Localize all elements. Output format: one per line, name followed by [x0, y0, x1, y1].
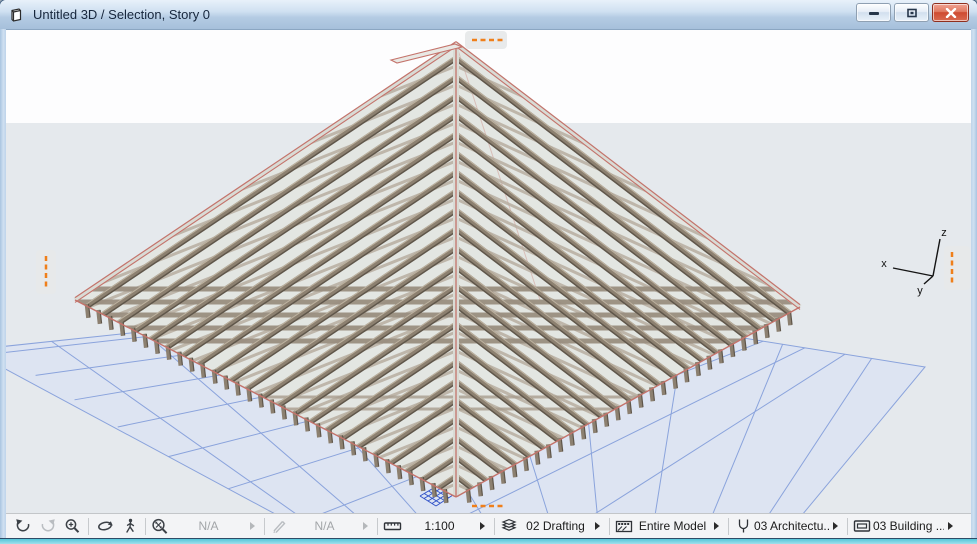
film-frame-icon: [613, 519, 635, 534]
frame-in-frame-icon: [851, 519, 873, 533]
explore-walk-button[interactable]: [117, 515, 142, 537]
window-left-border: [0, 29, 6, 538]
pen-nib-icon: [732, 518, 754, 534]
minimize-button[interactable]: [856, 3, 891, 22]
pen-quill-icon: [268, 518, 290, 534]
model-view-options-menu-arrow[interactable]: [948, 522, 953, 530]
partial-structure-menu-arrow[interactable]: [714, 522, 719, 530]
titlebar[interactable]: Untitled 3D / Selection, Story 0: [0, 0, 977, 30]
edit-plane-handle-left[interactable]: [36, 250, 56, 294]
axis-label-y: y: [917, 285, 923, 297]
model-view-options-value: 03 Building ...: [873, 519, 944, 533]
previous-view-button[interactable]: [10, 515, 35, 537]
layer-combination-value: 02 Drafting: [520, 519, 591, 533]
zoom-level-value: N/A: [171, 519, 246, 533]
window-title: Untitled 3D / Selection, Story 0: [33, 7, 210, 22]
layer-combination-field[interactable]: 02 Drafting: [498, 515, 606, 537]
close-button[interactable]: [932, 3, 969, 22]
scale-field[interactable]: 1:100: [381, 515, 491, 537]
next-view-button[interactable]: [35, 515, 60, 537]
pen-set-value: 03 Architectu...: [754, 519, 829, 533]
scale-menu-arrow[interactable]: [480, 522, 485, 530]
3d-viewport[interactable]: z x y: [6, 30, 971, 513]
scale-value: 1:100: [403, 519, 476, 533]
edit-plane-handle-right[interactable]: [944, 246, 970, 290]
window-right-border: [971, 29, 977, 538]
zoom-level-menu-arrow[interactable]: [250, 522, 255, 530]
model-view-options-field[interactable]: 03 Building ...: [851, 515, 959, 537]
window-controls: [856, 0, 969, 32]
3d-window-icon[interactable]: [8, 6, 26, 24]
axis-label-z: z: [941, 227, 947, 239]
orbit-button[interactable]: [92, 515, 117, 537]
statusbar: N/A N/A 1:100 02 Drafting: [6, 513, 971, 538]
restore-button[interactable]: [894, 3, 929, 22]
layers-icon: [498, 518, 520, 534]
zoom-level-field[interactable]: N/A: [149, 515, 261, 537]
pen-set-menu-arrow[interactable]: [833, 522, 838, 530]
application-window: Untitled 3D / Selection, Story 0 z x y: [0, 0, 977, 544]
walk-speed-field[interactable]: N/A: [268, 515, 374, 537]
partial-structure-field[interactable]: Entire Model: [613, 515, 725, 537]
walk-speed-menu-arrow[interactable]: [363, 522, 368, 530]
axis-label-x: x: [881, 258, 887, 270]
walk-speed-value: N/A: [290, 519, 359, 533]
fit-in-window-icon[interactable]: [149, 518, 171, 535]
pen-set-field[interactable]: 03 Architectu...: [732, 515, 844, 537]
partial-structure-value: Entire Model: [635, 519, 710, 533]
zoom-in-button[interactable]: [60, 515, 85, 537]
window-bottom-border: [0, 538, 977, 544]
scale-ruler-icon: [381, 519, 403, 533]
edit-plane-handle-top[interactable]: [465, 31, 507, 49]
layer-combination-menu-arrow[interactable]: [595, 522, 600, 530]
